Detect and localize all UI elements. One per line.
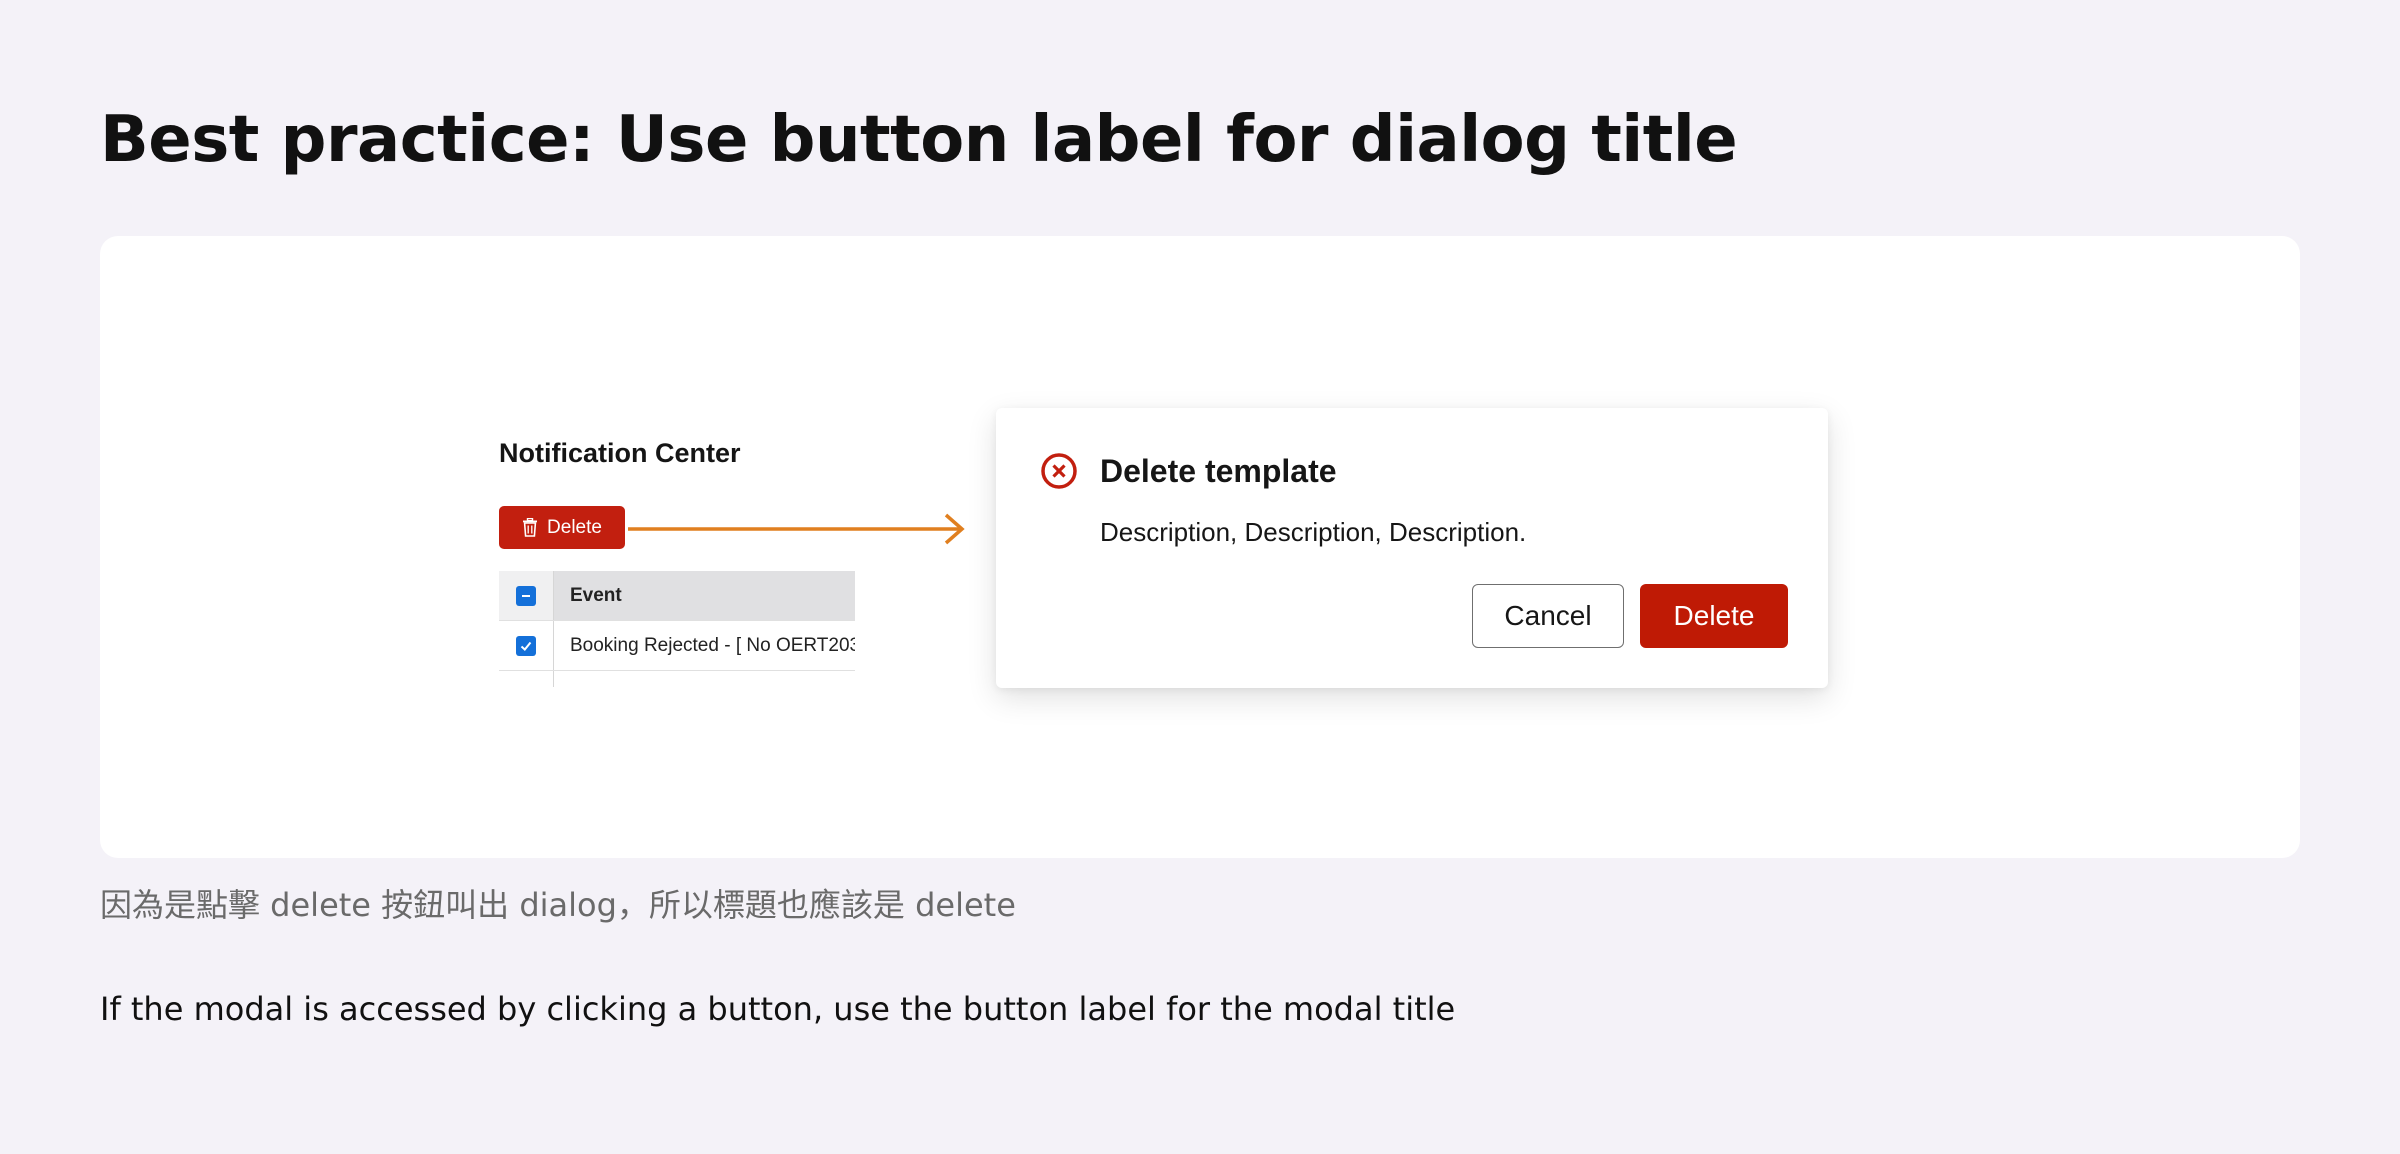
confirm-delete-button[interactable]: Delete [1640, 584, 1788, 648]
trash-icon [522, 518, 538, 537]
caption-english: If the modal is accessed by clicking a b… [100, 990, 1456, 1028]
page-title: Best practice: Use button label for dial… [100, 103, 1738, 177]
row-checkbox[interactable] [516, 635, 536, 656]
caption-chinese: 因為是點擊 delete 按鈕叫出 dialog，所以標題也應該是 delete [100, 886, 1016, 924]
table-row-partial [499, 671, 855, 687]
page: Best practice: Use button label for dial… [0, 0, 2400, 1154]
column-header-event[interactable]: Event [554, 571, 855, 620]
arrow-right-icon [628, 513, 965, 545]
notification-center-title: Notification Center [499, 438, 741, 468]
delete-dialog: Delete template Description, Description… [996, 408, 1828, 688]
select-all-cell [499, 571, 554, 620]
cancel-button[interactable]: Cancel [1472, 584, 1624, 648]
row-select-cell-partial [499, 671, 554, 687]
toolbar-delete-label: Delete [547, 516, 602, 538]
checkmark-icon [520, 641, 532, 651]
dialog-description: Description, Description, Description. [1100, 517, 1527, 547]
table-header-row: Event [499, 571, 855, 621]
table-row[interactable]: Booking Rejected - [ No OERT203 [499, 621, 855, 671]
error-circle-x-icon [1041, 453, 1077, 489]
row-select-cell [499, 621, 554, 670]
dialog-title: Delete template [1100, 453, 1337, 489]
toolbar-delete-button[interactable]: Delete [499, 506, 625, 549]
event-cell: Booking Rejected - [ No OERT203 [570, 634, 855, 656]
example-card: Notification Center Delete Event Booking… [100, 236, 2300, 858]
select-all-checkbox[interactable] [516, 585, 536, 606]
event-table: Event Booking Rejected - [ No OERT203 [499, 571, 855, 687]
minus-icon [522, 594, 530, 597]
